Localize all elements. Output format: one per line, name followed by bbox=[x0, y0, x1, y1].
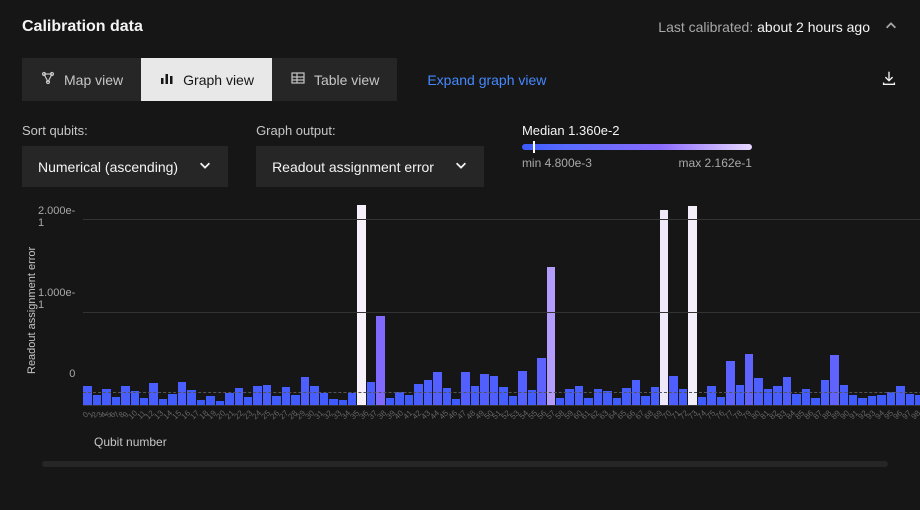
bar[interactable] bbox=[282, 387, 290, 406]
bar[interactable] bbox=[433, 372, 441, 406]
sort-value: Numerical (ascending) bbox=[38, 159, 178, 175]
bar[interactable] bbox=[518, 371, 526, 406]
bar[interactable] bbox=[471, 386, 479, 406]
bar[interactable] bbox=[357, 205, 365, 406]
last-calibrated-value: about 2 hours ago bbox=[757, 19, 870, 35]
bar[interactable] bbox=[178, 382, 186, 406]
tab-map-view[interactable]: Map view bbox=[22, 58, 141, 101]
horizontal-scrollbar[interactable] bbox=[42, 461, 888, 467]
bar[interactable] bbox=[253, 386, 261, 406]
slider-max-label: max 2.162e-1 bbox=[679, 156, 752, 170]
chevron-down-icon bbox=[454, 158, 468, 175]
sort-dropdown[interactable]: Numerical (ascending) bbox=[22, 146, 228, 187]
bar[interactable] bbox=[887, 392, 895, 406]
graph-output-label: Graph output: bbox=[256, 123, 484, 138]
bar[interactable] bbox=[651, 387, 659, 406]
bar[interactable] bbox=[830, 355, 838, 406]
sort-label: Sort qubits: bbox=[22, 123, 228, 138]
color-scale-slider[interactable] bbox=[522, 144, 752, 150]
median-line bbox=[83, 392, 920, 393]
bar[interactable] bbox=[736, 385, 744, 406]
bar[interactable] bbox=[490, 376, 498, 406]
chart-plot bbox=[83, 205, 920, 406]
slider-handle[interactable] bbox=[533, 141, 535, 153]
x-axis-ticks: 0123456789101112131415161718192021222324… bbox=[83, 406, 920, 415]
bar[interactable] bbox=[575, 386, 583, 406]
bar[interactable] bbox=[688, 206, 696, 406]
table-icon bbox=[290, 70, 306, 89]
expand-graph-link[interactable]: Expand graph view bbox=[427, 72, 546, 88]
bar[interactable] bbox=[726, 361, 734, 406]
y-tick: 2.000e-1 bbox=[38, 205, 75, 229]
download-button[interactable] bbox=[880, 69, 898, 90]
bar-chart-icon bbox=[159, 70, 175, 89]
graph-output-dropdown[interactable]: Readout assignment error bbox=[256, 146, 484, 187]
view-tabs: Map view Graph view Table view bbox=[22, 58, 397, 101]
bar[interactable] bbox=[263, 385, 271, 406]
bar[interactable] bbox=[395, 392, 403, 406]
panel-title: Calibration data bbox=[22, 18, 143, 36]
map-icon bbox=[40, 70, 56, 89]
y-tick: 0 bbox=[69, 368, 75, 380]
bar[interactable] bbox=[840, 385, 848, 406]
bar[interactable] bbox=[367, 382, 375, 406]
bar[interactable] bbox=[461, 372, 469, 406]
tab-graph-label: Graph view bbox=[183, 72, 254, 88]
collapse-icon[interactable] bbox=[884, 19, 898, 36]
tab-table-view[interactable]: Table view bbox=[272, 58, 397, 101]
bar[interactable] bbox=[149, 383, 157, 406]
last-calibrated-label: Last calibrated: bbox=[658, 19, 753, 35]
bar[interactable] bbox=[896, 386, 904, 406]
chevron-down-icon bbox=[198, 158, 212, 175]
y-axis: 2.000e-1 1.000e-1 0 bbox=[38, 205, 83, 380]
x-axis-title: Qubit number bbox=[94, 435, 898, 449]
y-axis-title: Readout assignment error bbox=[22, 205, 38, 415]
graph-output-value: Readout assignment error bbox=[272, 159, 434, 175]
bar[interactable] bbox=[547, 267, 555, 406]
bar[interactable] bbox=[480, 374, 488, 406]
bar[interactable] bbox=[707, 386, 715, 406]
bar[interactable] bbox=[537, 358, 545, 406]
bar[interactable] bbox=[310, 386, 318, 406]
bar[interactable] bbox=[235, 388, 243, 406]
bar[interactable] bbox=[773, 386, 781, 406]
bar[interactable] bbox=[121, 386, 129, 406]
bar[interactable] bbox=[745, 354, 753, 406]
bar[interactable] bbox=[622, 388, 630, 406]
bar[interactable] bbox=[443, 388, 451, 406]
bar[interactable] bbox=[414, 384, 422, 406]
bar[interactable] bbox=[83, 386, 91, 406]
tab-graph-view[interactable]: Graph view bbox=[141, 58, 272, 101]
y-tick: 1.000e-1 bbox=[38, 287, 75, 311]
slider-min-label: min 4.800e-3 bbox=[522, 156, 592, 170]
bar[interactable] bbox=[660, 210, 668, 406]
slider-median-label: Median 1.360e-2 bbox=[522, 123, 752, 138]
bar[interactable] bbox=[669, 376, 677, 406]
tab-table-label: Table view bbox=[314, 72, 379, 88]
bar[interactable] bbox=[499, 387, 507, 406]
tab-map-label: Map view bbox=[64, 72, 123, 88]
